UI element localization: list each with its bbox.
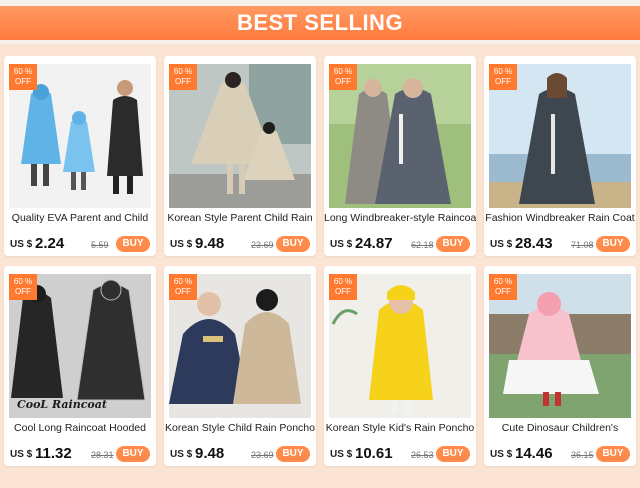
discount-off: OFF [175, 77, 191, 86]
discount-off: OFF [335, 287, 351, 296]
discount-badge: 60 % OFF [9, 64, 37, 90]
product-title[interactable]: Long Windbreaker-style Raincoat [324, 212, 476, 224]
discount-badge: 60 % OFF [329, 64, 357, 90]
price: 24.87 [355, 235, 393, 252]
buy-button[interactable]: BUY [596, 236, 630, 252]
price-row: US $ 10.61 26.53 BUY [328, 444, 474, 464]
buy-button[interactable]: BUY [436, 236, 470, 252]
product-title[interactable]: Quality EVA Parent and Child [4, 212, 156, 224]
product-title[interactable]: Korean Style Parent Child Rain [164, 212, 316, 224]
discount-off: OFF [175, 287, 191, 296]
discount-percent: 60 % [333, 277, 353, 286]
old-price: 23.69 [251, 240, 274, 250]
old-price: 62.18 [411, 240, 434, 250]
old-price: 26.53 [411, 450, 434, 460]
discount-percent: 60 % [13, 67, 33, 76]
product-title[interactable]: Cool Long Raincoat Hooded [4, 422, 156, 434]
currency: US $ [10, 239, 33, 250]
discount-percent: 60 % [173, 67, 193, 76]
price: 10.61 [355, 445, 393, 462]
currency: US $ [170, 239, 193, 250]
price-row: US $ 2.24 5.59 BUY [8, 234, 154, 254]
currency: US $ [330, 449, 353, 460]
discount-percent: 60 % [13, 277, 33, 286]
best-selling-banner: BEST SELLING [0, 6, 640, 40]
buy-button[interactable]: BUY [436, 446, 470, 462]
discount-badge: 60 % OFF [9, 274, 37, 300]
product-card[interactable]: 60 % OFF Fashion Windbreaker Rain Coat U… [484, 56, 636, 256]
price: 14.46 [515, 445, 553, 462]
discount-badge: 60 % OFF [169, 274, 197, 300]
buy-button[interactable]: BUY [116, 446, 150, 462]
product-card[interactable]: 60 % OFF Korean Style Kid's Rain Poncho … [324, 266, 476, 466]
price-row: US $ 28.43 71.08 BUY [488, 234, 634, 254]
product-title[interactable]: Cute Dinosaur Children's [484, 422, 636, 434]
discount-off: OFF [15, 77, 31, 86]
product-card[interactable]: CooL Raincoat 60 % OFF Cool Long Raincoa… [4, 266, 156, 466]
product-title[interactable]: Korean Style Child Rain Poncho [164, 422, 316, 434]
image-caption: CooL Raincoat [17, 398, 107, 411]
discount-badge: 60 % OFF [489, 64, 517, 90]
discount-off: OFF [15, 287, 31, 296]
price: 11.32 [35, 445, 72, 462]
price-row: US $ 9.48 23.69 BUY [168, 234, 314, 254]
old-price: 23.69 [251, 450, 274, 460]
old-price: 71.08 [571, 240, 594, 250]
discount-badge: 60 % OFF [169, 64, 197, 90]
buy-button[interactable]: BUY [276, 236, 310, 252]
product-title[interactable]: Korean Style Kid's Rain Poncho [324, 422, 476, 434]
old-price: 36.15 [571, 450, 594, 460]
buy-button[interactable]: BUY [276, 446, 310, 462]
price: 28.43 [515, 235, 553, 252]
discount-percent: 60 % [173, 277, 193, 286]
discount-badge: 60 % OFF [489, 274, 517, 300]
price-row: US $ 11.32 28.31 BUY [8, 444, 154, 464]
currency: US $ [10, 449, 33, 460]
currency: US $ [490, 449, 513, 460]
discount-off: OFF [335, 77, 351, 86]
product-card[interactable]: 60 % OFF Quality EVA Parent and Child US… [4, 56, 156, 256]
old-price: 5.59 [91, 240, 109, 250]
header: BEST SELLING [0, 0, 640, 44]
currency: US $ [330, 239, 353, 250]
buy-button[interactable]: BUY [116, 236, 150, 252]
buy-button[interactable]: BUY [596, 446, 630, 462]
currency: US $ [490, 239, 513, 250]
discount-percent: 60 % [493, 67, 513, 76]
product-card[interactable]: 60 % OFF Korean Style Parent Child Rain … [164, 56, 316, 256]
discount-off: OFF [495, 77, 511, 86]
discount-badge: 60 % OFF [329, 274, 357, 300]
banner-title: BEST SELLING [236, 10, 404, 35]
product-title[interactable]: Fashion Windbreaker Rain Coat [484, 212, 636, 224]
product-card[interactable]: 60 % OFF Cute Dinosaur Children's US $ 1… [484, 266, 636, 466]
product-card[interactable]: 60 % OFF Long Windbreaker-style Raincoat… [324, 56, 476, 256]
price-row: US $ 14.46 36.15 BUY [488, 444, 634, 464]
price-row: US $ 9.48 23.69 BUY [168, 444, 314, 464]
discount-off: OFF [495, 287, 511, 296]
price-row: US $ 24.87 62.18 BUY [328, 234, 474, 254]
price: 9.48 [195, 445, 225, 462]
price: 2.24 [35, 235, 65, 252]
discount-percent: 60 % [493, 277, 513, 286]
product-card[interactable]: 60 % OFF Korean Style Child Rain Poncho … [164, 266, 316, 466]
price: 9.48 [195, 235, 225, 252]
discount-percent: 60 % [333, 67, 353, 76]
currency: US $ [170, 449, 193, 460]
old-price: 28.31 [91, 450, 114, 460]
